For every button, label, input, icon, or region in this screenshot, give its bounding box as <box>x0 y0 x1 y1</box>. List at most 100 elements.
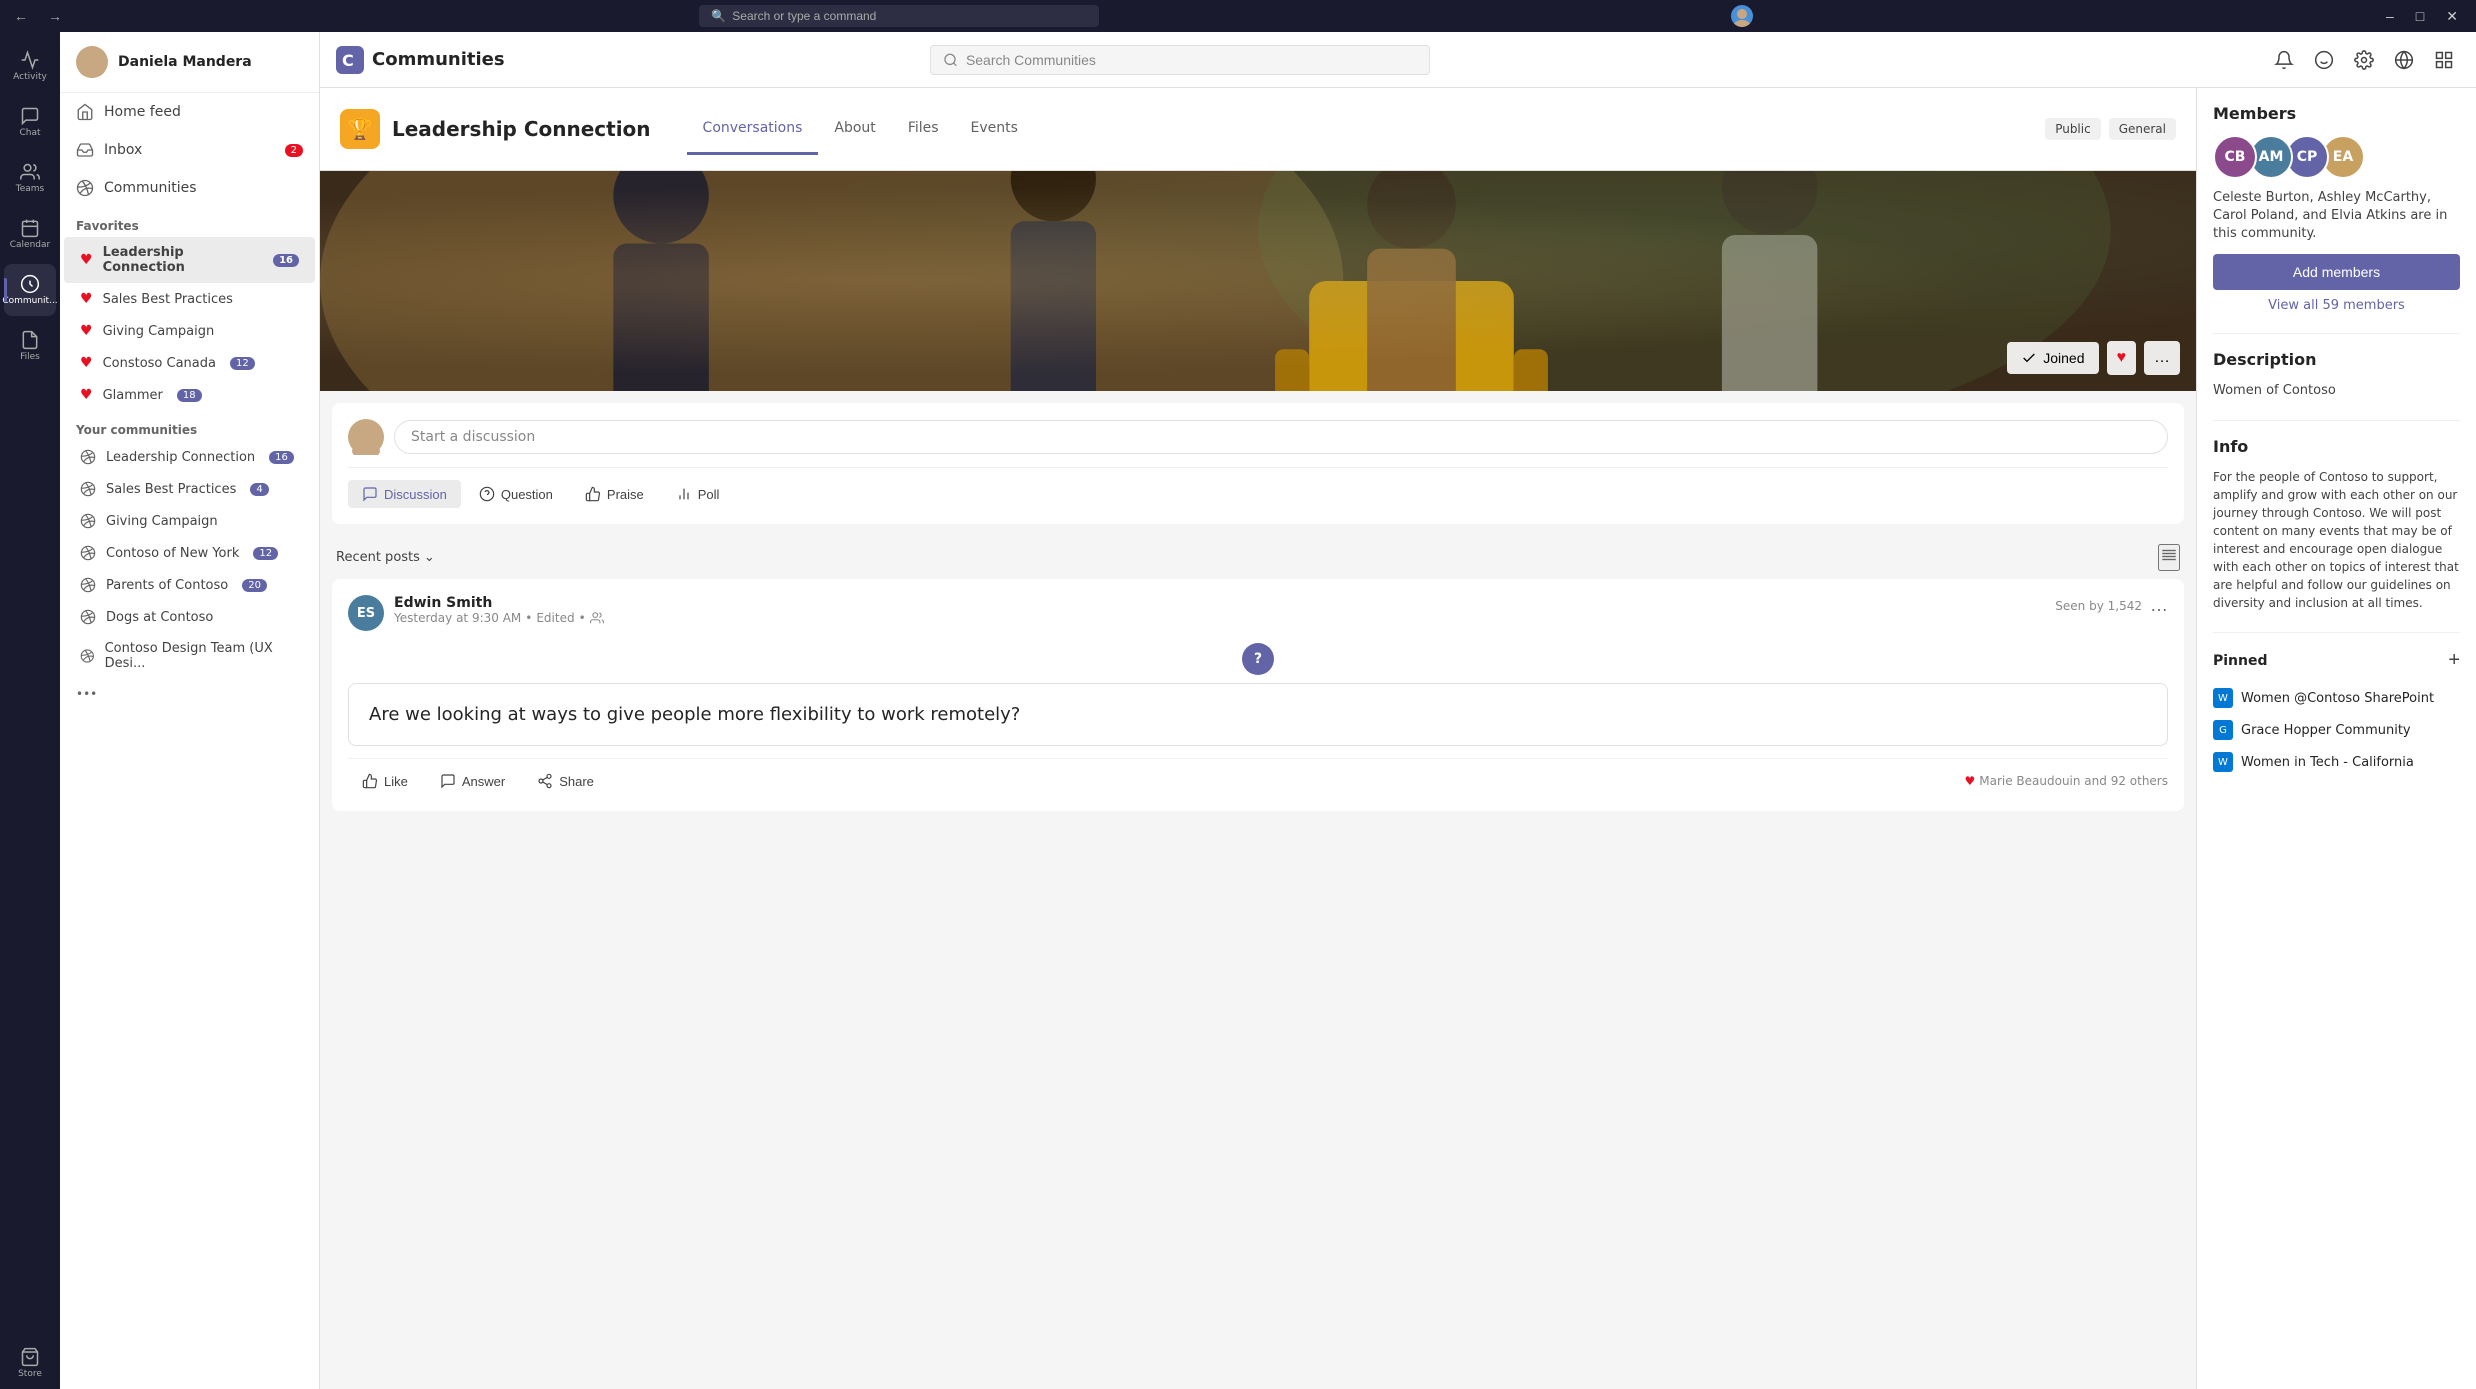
activity-label: Activity <box>13 72 47 82</box>
post-card: ES Edwin Smith Yesterday at 9:30 AM • Ed… <box>332 579 2184 811</box>
members-title: Members <box>2213 104 2460 123</box>
pinned-add-button[interactable]: + <box>2448 649 2460 672</box>
home-feed-nav[interactable]: Home feed <box>60 93 319 131</box>
nav-forward-button[interactable]: → <box>42 6 68 26</box>
checkmark-icon <box>2021 350 2037 366</box>
sidebar-item-store[interactable]: Store <box>4 1337 56 1389</box>
grid-button[interactable] <box>2428 44 2460 76</box>
community-name: Leadership Connection <box>392 117 651 141</box>
post-author: ES Edwin Smith Yesterday at 9:30 AM • Ed… <box>348 595 604 631</box>
chevron-down-icon: ⌄ <box>424 550 435 565</box>
community-main: 🏆 Leadership Connection Conversations Ab… <box>320 88 2196 1389</box>
community-item-label: Dogs at Contoso <box>106 610 213 625</box>
member-avatar[interactable]: CB <box>2213 135 2257 179</box>
sidebar-user[interactable]: Daniela Mandera <box>60 32 319 93</box>
globe-button[interactable] <box>2388 44 2420 76</box>
emoji-button[interactable] <box>2308 44 2340 76</box>
share-icon <box>537 773 553 789</box>
titlebar-search-input[interactable] <box>732 9 1087 23</box>
post-more-button[interactable]: … <box>2150 595 2168 616</box>
pinned-title: Pinned <box>2213 653 2268 669</box>
close-button[interactable]: ✕ <box>2436 4 2468 29</box>
avatar[interactable] <box>1731 5 1753 27</box>
tab-conversations[interactable]: Conversations <box>687 104 819 155</box>
notifications-button[interactable] <box>2268 44 2300 76</box>
feed-filter-label: Recent posts <box>336 550 420 565</box>
community-giving-campaign[interactable]: Giving Campaign <box>64 505 315 537</box>
inbox-nav[interactable]: Inbox 2 <box>60 131 319 169</box>
favorite-leadership-connection[interactable]: ♥ Leadership Connection 16 <box>64 237 315 283</box>
settings-button[interactable] <box>2348 44 2380 76</box>
titlebar-controls: – □ ✕ <box>2376 4 2468 29</box>
pinned-item[interactable]: G Grace Hopper Community <box>2213 714 2460 746</box>
feed-layout-button[interactable] <box>2158 544 2180 571</box>
calendar-label: Calendar <box>10 240 50 250</box>
community-banner: Joined ♥ … <box>320 171 2196 391</box>
grid-icon <box>2434 50 2454 70</box>
topbar-search-input[interactable] <box>966 52 1417 68</box>
minimize-button[interactable]: – <box>2376 4 2404 29</box>
sidebar-item-calendar[interactable]: Calendar <box>4 208 56 260</box>
maximize-button[interactable]: □ <box>2406 4 2434 29</box>
post-input[interactable]: Start a discussion <box>394 420 2168 454</box>
pinned-item[interactable]: W Women in Tech - California <box>2213 746 2460 778</box>
pinned-item-label: Women in Tech - California <box>2241 755 2414 770</box>
post-input-row: Start a discussion <box>348 419 2168 455</box>
share-action-button[interactable]: Share <box>523 767 608 795</box>
sidebar-item-chat[interactable]: Chat <box>4 96 56 148</box>
smiley-icon <box>2314 50 2334 70</box>
tab-files[interactable]: Files <box>892 104 955 155</box>
heart-icon: ♥ <box>2117 349 2127 366</box>
joined-button[interactable]: Joined <box>2007 342 2098 374</box>
titlebar-search[interactable]: 🔍 <box>699 5 1099 27</box>
post-seen-count: Seen by 1,542 <box>2055 599 2142 613</box>
public-badge: Public <box>2045 118 2101 140</box>
community-item-label: Contoso of New York <box>106 546 239 561</box>
divider <box>2213 420 2460 421</box>
pinned-section: Pinned + W Women @Contoso SharePoint G G… <box>2213 649 2460 778</box>
community-badge: 4 <box>250 483 268 496</box>
more-options-button[interactable]: … <box>2144 341 2180 375</box>
community-leadership-connection[interactable]: Leadership Connection 16 <box>64 441 315 473</box>
like-button[interactable]: ♥ <box>2107 341 2137 375</box>
post-author-info: Edwin Smith Yesterday at 9:30 AM • Edite… <box>394 595 604 631</box>
more-button[interactable]: ••• <box>60 679 319 709</box>
community-parents-of-contoso[interactable]: Parents of Contoso 20 <box>64 569 315 601</box>
community-contoso-design[interactable]: Contoso Design Team (UX Desi... <box>64 633 315 679</box>
discussion-icon <box>362 486 378 502</box>
sidebar-item-activity[interactable]: Activity <box>4 40 56 92</box>
communities-nav[interactable]: Communities <box>60 169 319 207</box>
community-item-label: Contoso Design Team (UX Desi... <box>105 641 299 671</box>
post-type-question[interactable]: Question <box>465 480 567 508</box>
sidebar-item-teams[interactable]: Teams <box>4 152 56 204</box>
nav-back-button[interactable]: ← <box>8 6 34 26</box>
question-icon <box>479 486 495 502</box>
favorite-sales-best-practices[interactable]: ♥ Sales Best Practices <box>64 283 315 315</box>
post-type-tabs: Discussion Question Praise Poll <box>348 467 2168 508</box>
favorite-item-label: Giving Campaign <box>103 324 215 339</box>
topbar-search[interactable] <box>930 45 1430 75</box>
sidebar-item-files[interactable]: Files <box>4 320 56 372</box>
favorite-constoso-canada[interactable]: ♥ Constoso Canada 12 <box>64 347 315 379</box>
post-question-content: Are we looking at ways to give people mo… <box>348 683 2168 746</box>
like-action-button[interactable]: Like <box>348 767 422 795</box>
post-type-praise[interactable]: Praise <box>571 480 658 508</box>
community-icon <box>80 481 96 497</box>
view-all-members-link[interactable]: View all 59 members <box>2213 298 2460 313</box>
answer-action-button[interactable]: Answer <box>426 767 519 795</box>
favorite-glammer[interactable]: ♥ Glammer 18 <box>64 379 315 411</box>
community-contoso-new-york[interactable]: Contoso of New York 12 <box>64 537 315 569</box>
community-sales-best-practices[interactable]: Sales Best Practices 4 <box>64 473 315 505</box>
pinned-item[interactable]: W Women @Contoso SharePoint <box>2213 682 2460 714</box>
tab-about[interactable]: About <box>818 104 891 155</box>
community-icon <box>80 577 96 593</box>
add-members-button[interactable]: Add members <box>2213 254 2460 290</box>
post-type-poll[interactable]: Poll <box>662 480 734 508</box>
tab-events[interactable]: Events <box>955 104 1034 155</box>
post-type-discussion[interactable]: Discussion <box>348 480 461 508</box>
sidebar-item-communities[interactable]: Communit... <box>4 264 56 316</box>
user-name: Daniela Mandera <box>118 54 252 70</box>
feed-filter-dropdown[interactable]: Recent posts ⌄ <box>336 550 435 565</box>
favorite-giving-campaign[interactable]: ♥ Giving Campaign <box>64 315 315 347</box>
community-dogs-at-contoso[interactable]: Dogs at Contoso <box>64 601 315 633</box>
